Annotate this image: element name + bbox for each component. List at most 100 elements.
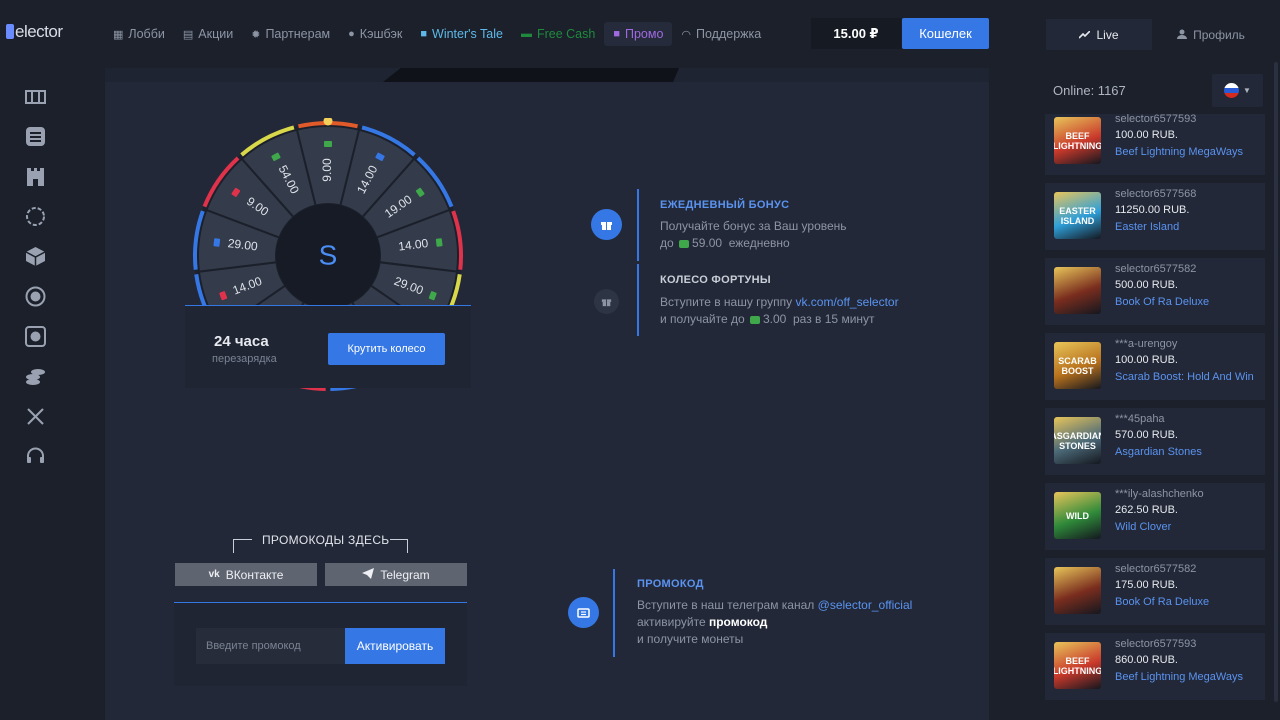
russia-flag-icon	[1224, 83, 1240, 98]
feed-amount: 100.00 RUB.	[1115, 354, 1178, 366]
daily-bonus-line2: до 59.00 ежедневно	[660, 236, 790, 250]
telegram-icon	[362, 567, 375, 582]
feed-username: selector6577582	[1115, 263, 1197, 275]
daily-bonus-title: ЕЖЕДНЕВНЫЙ БОНУС	[660, 199, 790, 211]
main-nav: ▦ Лобби ▤ Акции ✹ Партнерам ● Кэшбэк ■ Winter…	[113, 22, 770, 46]
feed-item[interactable]: ASGARDIAN STONES ***45paha 570.00 RUB. Asga…	[1045, 408, 1265, 475]
feed-item[interactable]: WILD ***ily-alashchenko 262.50 RUB. Wild Cl…	[1045, 483, 1265, 550]
feed-amount: 500.00 RUB.	[1115, 279, 1178, 291]
game-thumbnail[interactable]: EASTER ISLAND	[1054, 192, 1101, 239]
activate-button[interactable]: Активировать	[345, 628, 445, 664]
telegram-channel-link[interactable]: @selector_official	[818, 598, 913, 612]
daily-bonus-text: Получайте бонус за Ваш уровень до 59.00 …	[660, 218, 847, 252]
main-top-tab	[383, 68, 679, 82]
nav-partners[interactable]: ✹ Партнерам	[242, 26, 339, 42]
feed-amount: 175.00 RUB.	[1115, 579, 1178, 591]
game-thumbnail[interactable]	[1054, 567, 1101, 614]
gift-icon	[594, 289, 619, 314]
daily-bonus-line1: Получайте бонус за Ваш уровень	[660, 219, 847, 233]
nav-free-cash[interactable]: ▬ Free Cash	[512, 26, 604, 42]
nav-support[interactable]: ◠ Поддержка	[672, 26, 770, 42]
feed-item[interactable]: SCARAB BOOST ***a-urengoy 100.00 RUB. Scara…	[1045, 333, 1265, 400]
online-counter: Online: 1167	[1053, 83, 1126, 98]
nav-promo[interactable]: ■ Промо	[604, 22, 673, 46]
feed-game-link[interactable]: Beef Lightning MegaWays	[1115, 146, 1243, 158]
logo[interactable]: elector	[6, 22, 63, 42]
feed-username: ***a-urengoy	[1115, 338, 1178, 350]
nav-cashback[interactable]: ● Кэшбэк	[339, 26, 411, 42]
user-icon	[1177, 28, 1188, 42]
feed-game-link[interactable]: Asgardian Stones	[1115, 446, 1202, 458]
game-thumbnail[interactable]	[1054, 267, 1101, 314]
swords-icon[interactable]	[25, 406, 46, 427]
feed-amount: 100.00 RUB.	[1115, 129, 1178, 141]
feed-username: ***45paha	[1115, 413, 1165, 425]
live-wins-feed: BEEF LIGHTNING selector6577593 100.00 RUB.…	[1045, 114, 1265, 720]
game-thumbnail[interactable]: WILD	[1054, 492, 1101, 539]
thumbnail-label: EASTER ISLAND	[1059, 205, 1096, 226]
gift-icon: ■	[420, 28, 428, 40]
feed-game-link[interactable]: Book Of Ra Deluxe	[1115, 296, 1209, 308]
headset-icon[interactable]	[25, 446, 46, 467]
chevron-down-icon: ▼	[1243, 86, 1251, 95]
game-thumbnail[interactable]: SCARAB BOOST	[1054, 342, 1101, 389]
daily-bonus-amount: 59.00	[692, 236, 723, 250]
feed-item[interactable]: EASTER ISLAND selector6577568 11250.00 RUB…	[1045, 183, 1265, 250]
logo-text: elector	[15, 22, 63, 41]
feed-game-link[interactable]: Beef Lightning MegaWays	[1115, 671, 1243, 683]
feed-game-link[interactable]: Easter Island	[1115, 221, 1179, 233]
fortune-amount: 3.00	[762, 312, 787, 326]
grid-icon: ▦	[113, 28, 124, 41]
coins-icon[interactable]	[25, 366, 46, 387]
feed-item[interactable]: selector6577582 500.00 RUB. Book Of Ra Del…	[1045, 258, 1265, 325]
promo-info-line1: Вступите в наш телеграм канал @selector_…	[637, 598, 913, 612]
tab-profile[interactable]: Профиль	[1158, 19, 1264, 50]
gift-icon	[591, 209, 622, 240]
coin-icon	[435, 238, 443, 247]
game-thumbnail[interactable]: BEEF LIGHTNING	[1054, 117, 1101, 164]
wallet-button[interactable]: Кошелек	[902, 18, 989, 49]
language-selector[interactable]: ▼	[1212, 74, 1263, 107]
keno-icon[interactable]	[25, 326, 46, 347]
feed-username: selector6577593	[1115, 114, 1197, 125]
vk-group-link[interactable]: vk.com/off_selector	[795, 295, 898, 309]
feed-game-link[interactable]: Book Of Ra Deluxe	[1115, 596, 1209, 608]
nav-winters-tale[interactable]: ■ Winter's Tale	[411, 26, 512, 42]
game-thumbnail[interactable]: BEEF LIGHTNING	[1054, 642, 1101, 689]
wheel-center-logo: S	[319, 239, 338, 270]
thumbnail-label: SCARAB BOOST	[1058, 355, 1097, 376]
feed-scrollbar[interactable]	[1274, 62, 1278, 702]
feed-item[interactable]: BEEF LIGHTNING selector6577593 100.00 RUB.…	[1045, 114, 1265, 175]
wheel-control-panel: 24 часа перезарядка Крутить колесо	[185, 305, 471, 388]
vk-button[interactable]: vk ВКонтакте	[175, 563, 317, 586]
tab-live[interactable]: Live	[1046, 19, 1152, 50]
promo-info-title: ПРОМОКОД	[637, 578, 704, 590]
spin-wheel-button[interactable]: Крутить колесо	[328, 333, 445, 365]
feed-game-link[interactable]: Scarab Boost: Hold And Win	[1115, 371, 1254, 383]
top-bar: elector ▦ Лобби ▤ Акции ✹ Партнерам ● Кэшбэк…	[0, 0, 1010, 68]
dice-icon[interactable]	[25, 246, 46, 267]
feed-username: selector6577568	[1115, 188, 1197, 200]
target-icon[interactable]	[25, 286, 46, 307]
thumbnail-label: BEEF LIGHTNING	[1054, 655, 1101, 676]
nav-promotions[interactable]: ▤ Акции	[174, 26, 242, 42]
feed-item[interactable]: BEEF LIGHTNING selector6577593 860.00 RUB.…	[1045, 633, 1265, 700]
promo-code-input[interactable]	[196, 628, 346, 664]
list-icon[interactable]	[25, 126, 46, 147]
cooldown-label: перезарядка	[212, 353, 277, 365]
feed-item[interactable]: selector6577582 175.00 RUB. Book Of Ra Del…	[1045, 558, 1265, 625]
slots-icon[interactable]	[25, 86, 46, 107]
fortune-title: КОЛЕСО ФОРТУНЫ	[660, 274, 771, 286]
thumbnail-label: ASGARDIAN STONES	[1054, 430, 1101, 451]
tower-icon[interactable]	[25, 166, 46, 187]
promo-code-box: Активировать	[174, 602, 467, 686]
gift-icon: ■	[613, 28, 620, 40]
roulette-icon[interactable]	[25, 206, 46, 227]
fortune-line2: и получайте до 3.00 раз в 15 минут	[660, 312, 875, 326]
nav-lobby[interactable]: ▦ Лобби	[113, 26, 174, 42]
fortune-text: Вступите в нашу группу vk.com/off_select…	[660, 294, 899, 328]
feed-game-link[interactable]: Wild Clover	[1115, 521, 1171, 533]
promo-heading: ПРОМОКОДЫ ЗДЕСЬ	[262, 533, 390, 547]
game-thumbnail[interactable]: ASGARDIAN STONES	[1054, 417, 1101, 464]
telegram-button[interactable]: Telegram	[325, 563, 467, 586]
